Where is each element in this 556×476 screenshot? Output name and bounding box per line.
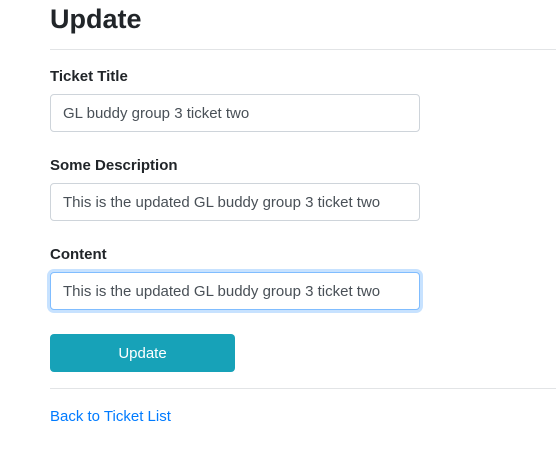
footer-divider bbox=[50, 388, 556, 389]
back-to-ticket-list-link[interactable]: Back to Ticket List bbox=[50, 407, 171, 427]
update-ticket-page: Update Ticket Title Some Description Con… bbox=[0, 0, 556, 476]
page-title: Update bbox=[50, 4, 142, 34]
header-divider bbox=[50, 49, 556, 50]
description-input[interactable] bbox=[50, 183, 420, 221]
content-input[interactable] bbox=[50, 272, 420, 310]
ticket-title-label: Ticket Title bbox=[50, 68, 128, 85]
update-button[interactable]: Update bbox=[50, 334, 235, 372]
content-label: Content bbox=[50, 246, 107, 263]
ticket-title-input[interactable] bbox=[50, 94, 420, 132]
description-label: Some Description bbox=[50, 157, 178, 174]
